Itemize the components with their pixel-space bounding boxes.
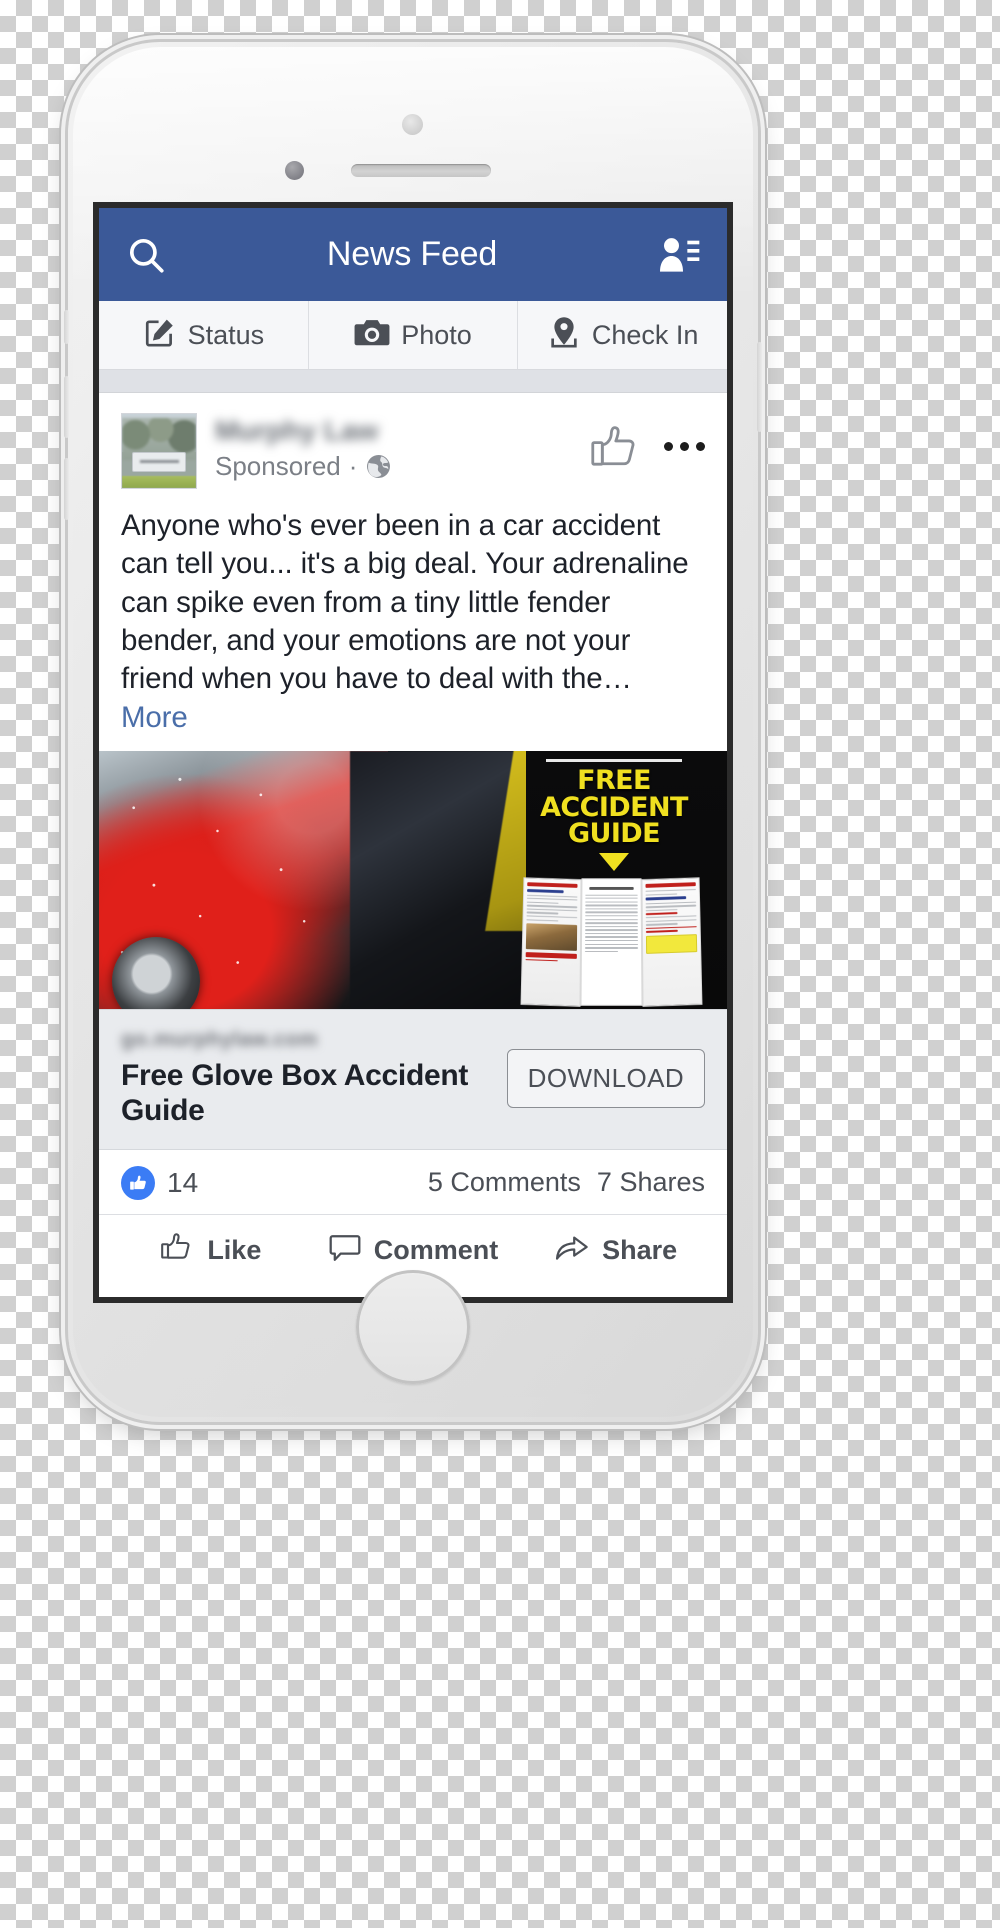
sponsored-label: Sponsored [215,451,341,482]
composer-photo-button[interactable]: Photo [307,301,518,369]
share-button[interactable]: Share [514,1229,717,1272]
post-body-text: Anyone who's ever been in a car accident… [99,501,727,751]
front-camera-icon [402,114,423,135]
status-compose-icon [143,315,177,356]
like-button[interactable]: Like [109,1229,312,1272]
post-engagement-stats: 14 5 Comments 7 Shares [99,1150,727,1214]
share-count[interactable]: 7 Shares [597,1167,705,1198]
like-reaction-badge [121,1165,155,1200]
globe-icon [365,453,392,480]
volume-up-button[interactable] [64,376,69,438]
reaction-count[interactable]: 14 [167,1167,198,1199]
brochure-panel-right [641,877,703,1007]
post-author-block: Murphy Law Sponsored · [197,413,588,482]
comment-button[interactable]: Comment [312,1229,515,1272]
page-title: News Feed [326,235,498,273]
phone-device-frame: News Feed Status Photo Check In Murphy L… [64,42,762,1422]
composer-checkin-button[interactable]: Check In [517,301,727,369]
search-icon[interactable] [125,234,167,276]
comment-count[interactable]: 5 Comments [428,1167,581,1198]
post-header-actions [588,413,705,480]
ad-headline-line2: ACCIDENT [540,791,688,823]
ad-headline-line3: GUIDE [567,817,661,849]
avatar[interactable] [121,413,197,489]
home-button[interactable] [356,1270,470,1384]
power-button[interactable] [757,342,762,432]
ad-headline-line1: FREE [577,765,651,797]
overflow-menu-icon[interactable] [664,442,705,459]
sponsored-post: Murphy Law Sponsored · Anyone who's ever… [99,393,727,1288]
link-attachment-card[interactable]: go.murphylaw.com Free Glove Box Accident… [99,1009,727,1150]
proximity-sensor-icon [285,161,304,180]
post-author-name[interactable]: Murphy Law [215,415,378,447]
link-title: Free Glove Box Accident Guide [121,1059,469,1128]
comment-label: Comment [373,1234,499,1265]
location-pin-icon [547,315,581,356]
share-arrow-icon [554,1230,590,1271]
comment-bubble-icon [328,1230,362,1271]
feed-separator [99,370,727,393]
composer-status-label: Status [187,319,265,350]
brochure-panel-left [520,877,582,1007]
down-triangle-icon [598,853,629,872]
composer-bar: Status Photo Check In [99,301,727,370]
app-navbar: News Feed [99,208,727,301]
composer-checkin-label: Check In [591,319,699,350]
composer-photo-label: Photo [401,319,472,350]
thumbs-up-outline-icon[interactable] [588,421,642,480]
stats-right-group: 5 Comments 7 Shares [428,1167,705,1198]
headline-rule [546,759,682,763]
post-subtitle: Sponsored · [215,451,588,482]
friend-requests-icon[interactable] [657,235,701,275]
camera-icon [354,316,390,355]
earpiece-speaker [351,164,491,177]
brochure-panel-center [580,878,643,1006]
volume-down-button[interactable] [64,458,69,520]
thumbs-up-outline-icon [159,1229,195,1272]
ad-creative-image[interactable]: FREE ACCIDENT GUIDE [99,751,727,1010]
see-more-link[interactable]: More [121,701,188,734]
post-header: Murphy Law Sponsored · [99,393,727,501]
brochure-mockup [520,877,703,1007]
phone-screen: News Feed Status Photo Check In Murphy L… [99,208,727,1297]
share-label: Share [602,1234,678,1265]
ad-headline: FREE ACCIDENT GUIDE [520,759,708,872]
like-label: Like [207,1234,262,1265]
link-attachment-text: go.murphylaw.com Free Glove Box Accident… [121,1028,507,1129]
post-text: Anyone who's ever been in a car accident… [121,509,689,696]
subtitle-separator: · [348,451,358,482]
silent-switch[interactable] [64,310,69,344]
link-domain: go.murphylaw.com [121,1028,318,1052]
composer-status-button[interactable]: Status [99,301,308,369]
download-cta-button[interactable]: DOWNLOAD [506,1048,705,1108]
